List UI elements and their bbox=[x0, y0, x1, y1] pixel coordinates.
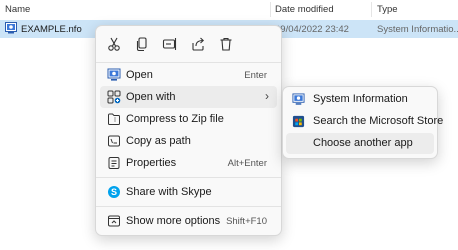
system-info-icon bbox=[292, 93, 305, 105]
menu-item-label: Open with bbox=[126, 91, 176, 103]
menu-divider bbox=[96, 177, 281, 178]
delete-icon[interactable] bbox=[218, 36, 234, 52]
menu-item-open-with[interactable]: Open with › bbox=[100, 86, 277, 108]
open-with-submenu: System Information Search the Microsoft … bbox=[282, 86, 443, 159]
menu-item-shortcut: Shift+F10 bbox=[226, 216, 267, 227]
system-info-file-icon bbox=[5, 22, 17, 34]
column-divider[interactable] bbox=[371, 2, 372, 17]
file-name[interactable]: EXAMPLE.nfo bbox=[21, 24, 82, 35]
chevron-right-icon: › bbox=[265, 89, 269, 103]
menu-item-label: Show more options bbox=[126, 215, 221, 227]
submenu-item-label: Choose another app bbox=[313, 137, 413, 149]
sort-ascending-icon: ^ bbox=[131, 0, 136, 5]
submenu-item-label: System Information bbox=[313, 93, 408, 105]
menu-item-label: Open bbox=[126, 69, 153, 81]
submenu-item-choose-another-app[interactable]: Choose another app bbox=[286, 133, 434, 154]
menu-item-share-skype[interactable]: S Share with Skype bbox=[100, 181, 277, 203]
more-options-icon bbox=[108, 215, 120, 227]
column-date-header[interactable]: Date modified bbox=[275, 4, 334, 15]
context-menu-toolbar bbox=[96, 26, 281, 62]
menu-item-shortcut: Alt+Enter bbox=[227, 158, 267, 169]
copy-icon[interactable] bbox=[134, 36, 150, 52]
system-info-icon bbox=[107, 68, 121, 81]
column-header-bar: Name ^ Date modified Type bbox=[0, 0, 458, 18]
menu-item-copy-as-path[interactable]: Copy as path bbox=[100, 130, 277, 152]
menu-divider bbox=[96, 62, 281, 63]
column-divider[interactable] bbox=[270, 2, 271, 17]
skype-icon: S bbox=[108, 186, 120, 198]
context-menu: Open Enter Open with › Compress to Zip f… bbox=[95, 25, 282, 236]
file-date-modified: 09/04/2022 23:42 bbox=[275, 24, 349, 35]
rename-icon[interactable] bbox=[162, 36, 178, 52]
menu-item-shortcut: Enter bbox=[244, 70, 267, 81]
menu-item-compress-zip[interactable]: Compress to Zip file bbox=[100, 108, 277, 130]
menu-item-properties[interactable]: Properties Alt+Enter bbox=[100, 152, 277, 174]
menu-item-label: Properties bbox=[126, 157, 177, 169]
svg-text:S: S bbox=[111, 187, 117, 197]
menu-item-label: Compress to Zip file bbox=[126, 113, 224, 125]
submenu-item-system-information[interactable]: System Information bbox=[286, 89, 434, 110]
store-icon bbox=[292, 115, 305, 128]
menu-divider bbox=[96, 206, 281, 207]
menu-item-label: Copy as path bbox=[126, 135, 191, 147]
open-with-icon bbox=[107, 90, 121, 104]
share-icon[interactable] bbox=[190, 36, 206, 52]
column-name-header[interactable]: Name bbox=[5, 4, 30, 15]
menu-item-open[interactable]: Open Enter bbox=[100, 64, 277, 86]
submenu-item-label: Search the Microsoft Store bbox=[313, 115, 444, 127]
column-type-header[interactable]: Type bbox=[377, 4, 398, 15]
menu-item-label: Share with Skype bbox=[126, 186, 212, 198]
zip-icon bbox=[108, 113, 120, 125]
submenu-item-search-store[interactable]: Search the Microsoft Store bbox=[286, 111, 443, 132]
file-type: System Informatio... bbox=[377, 24, 458, 35]
copy-path-icon bbox=[108, 135, 120, 147]
menu-item-show-more-options[interactable]: Show more options Shift+F10 bbox=[100, 210, 277, 232]
cut-icon[interactable] bbox=[106, 36, 122, 52]
properties-icon bbox=[108, 157, 120, 169]
